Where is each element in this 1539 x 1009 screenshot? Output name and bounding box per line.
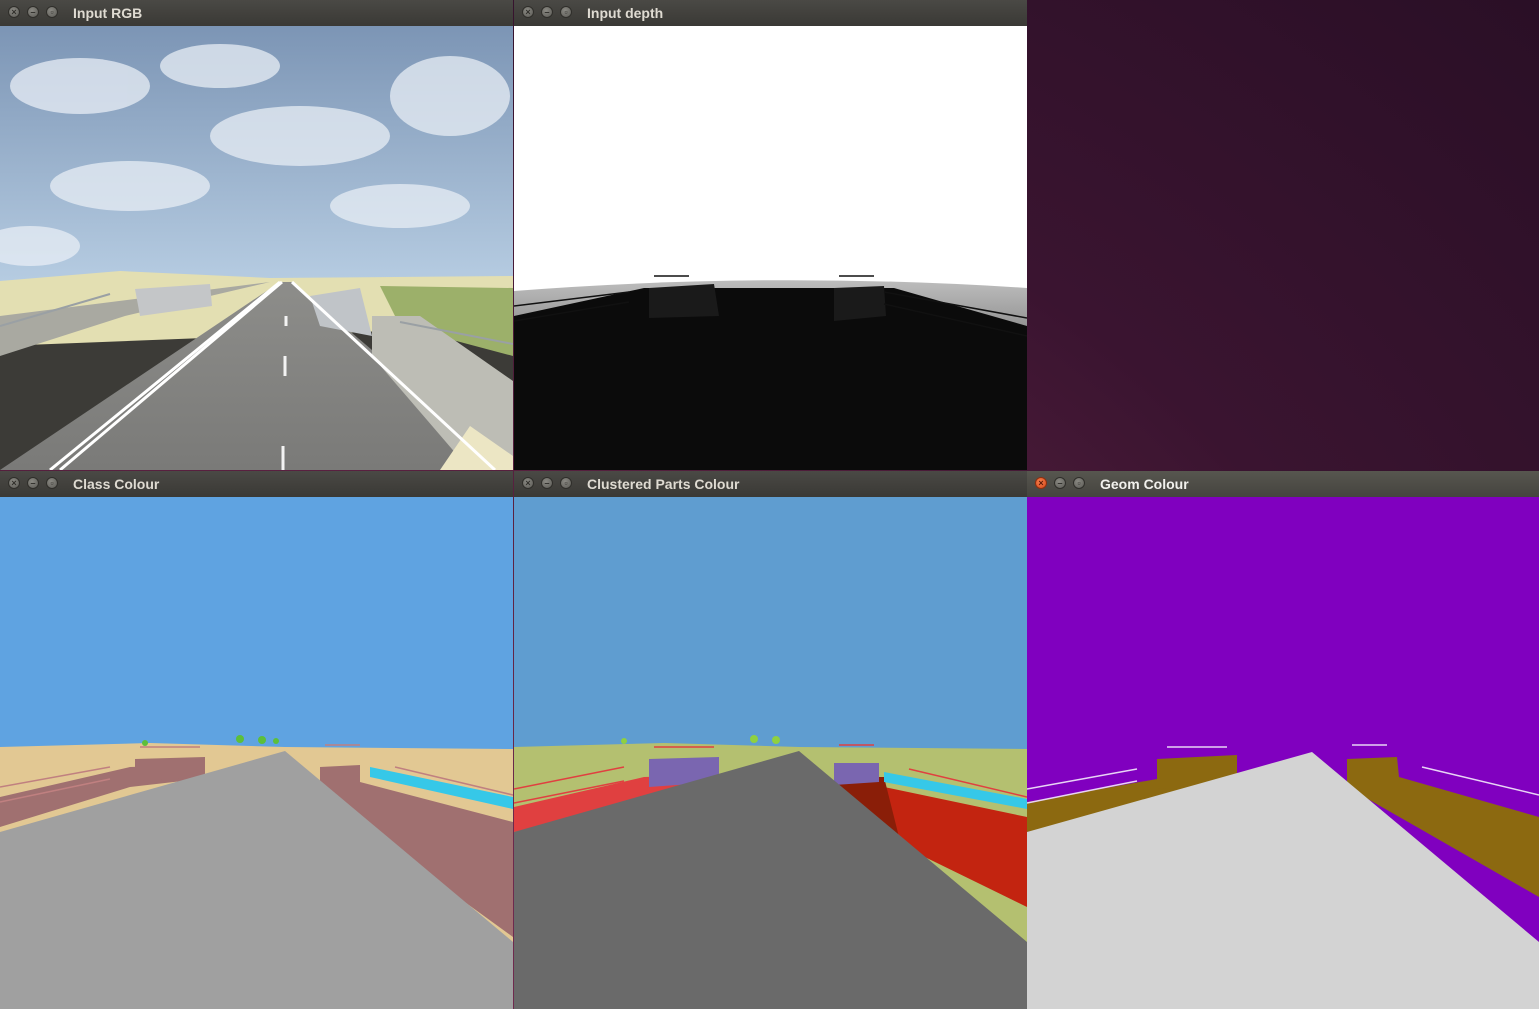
window-title: Clustered Parts Colour xyxy=(587,476,740,492)
close-icon[interactable]: × xyxy=(8,6,20,18)
close-icon[interactable]: × xyxy=(522,477,534,489)
image-clustered-parts-colour xyxy=(514,497,1027,1009)
titlebar-geom-colour[interactable]: × – ▫ Geom Colour xyxy=(1027,471,1539,497)
window-input-depth[interactable]: × – ▫ Input depth xyxy=(514,0,1027,470)
image-class-colour xyxy=(0,497,513,1009)
close-icon[interactable]: × xyxy=(522,6,534,18)
minimize-icon[interactable]: – xyxy=(541,6,553,18)
close-icon[interactable]: × xyxy=(1035,477,1047,489)
maximize-icon[interactable]: ▫ xyxy=(560,6,572,18)
window-input-rgb[interactable]: × – ▫ Input RGB xyxy=(0,0,513,470)
titlebar-clustered-parts-colour[interactable]: × – ▫ Clustered Parts Colour xyxy=(514,471,1027,497)
maximize-icon[interactable]: ▫ xyxy=(46,477,58,489)
window-title: Input RGB xyxy=(73,5,143,21)
close-icon[interactable]: × xyxy=(8,477,20,489)
image-geom-colour xyxy=(1027,497,1539,1009)
maximize-icon[interactable]: ▫ xyxy=(1073,477,1085,489)
window-class-colour[interactable]: × – ▫ Class Colour xyxy=(0,471,513,1009)
titlebar-input-depth[interactable]: × – ▫ Input depth xyxy=(514,0,1027,26)
titlebar-class-colour[interactable]: × – ▫ Class Colour xyxy=(0,471,513,497)
window-geom-colour[interactable]: × – ▫ Geom Colour xyxy=(1027,471,1539,1009)
window-title: Geom Colour xyxy=(1100,476,1189,492)
minimize-icon[interactable]: – xyxy=(1054,477,1066,489)
maximize-icon[interactable]: ▫ xyxy=(560,477,572,489)
window-clustered-parts-colour[interactable]: × – ▫ Clustered Parts Colour xyxy=(514,471,1027,1009)
image-input-depth xyxy=(514,26,1027,470)
minimize-icon[interactable]: – xyxy=(27,6,39,18)
minimize-icon[interactable]: – xyxy=(27,477,39,489)
maximize-icon[interactable]: ▫ xyxy=(46,6,58,18)
titlebar-input-rgb[interactable]: × – ▫ Input RGB xyxy=(0,0,513,26)
window-title: Class Colour xyxy=(73,476,160,492)
image-input-rgb xyxy=(0,26,513,470)
minimize-icon[interactable]: – xyxy=(541,477,553,489)
window-title: Input depth xyxy=(587,5,664,21)
